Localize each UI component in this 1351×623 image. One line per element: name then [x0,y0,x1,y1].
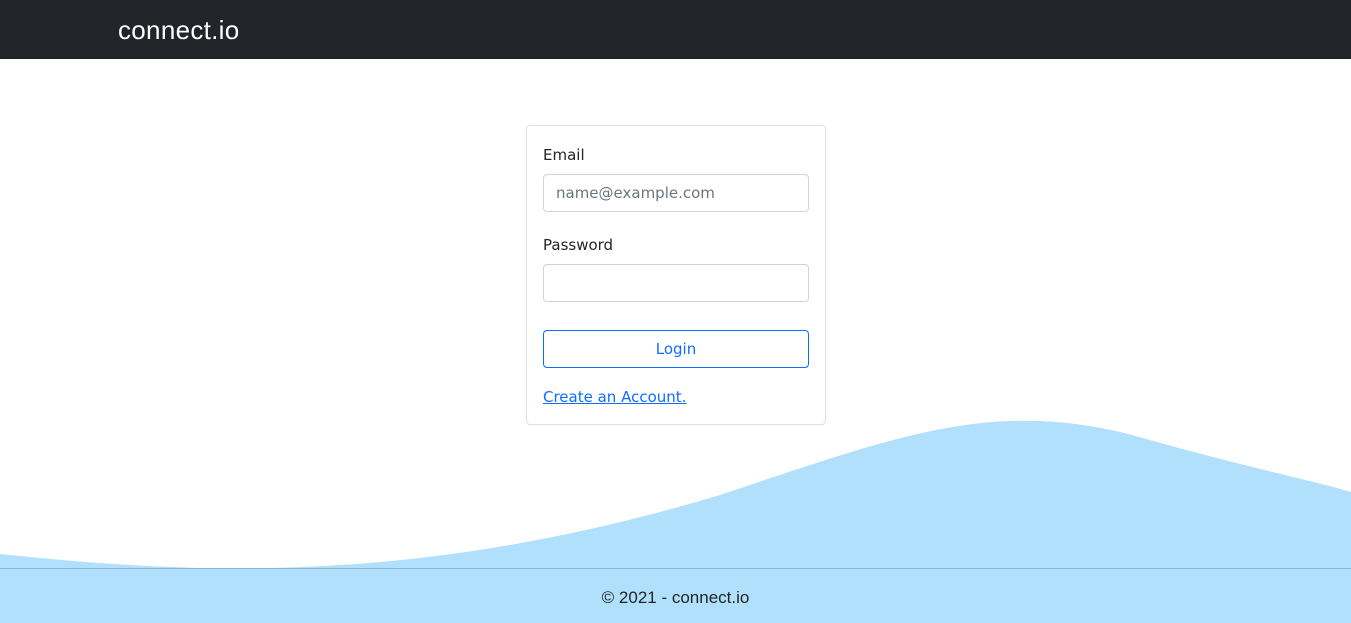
password-field[interactable] [543,264,809,302]
footer: © 2021 - connect.io [0,568,1351,623]
navbar: connect.io [0,0,1351,59]
brand-logo[interactable]: connect.io [118,15,240,45]
email-label: Email [543,146,585,164]
footer-copyright: © 2021 - connect.io [601,588,750,607]
login-card: Email Password Login Create an Account. [526,125,826,425]
login-button[interactable]: Login [543,330,809,368]
email-field[interactable] [543,174,809,212]
create-account-link[interactable]: Create an Account. [543,388,686,406]
password-label: Password [543,236,614,254]
